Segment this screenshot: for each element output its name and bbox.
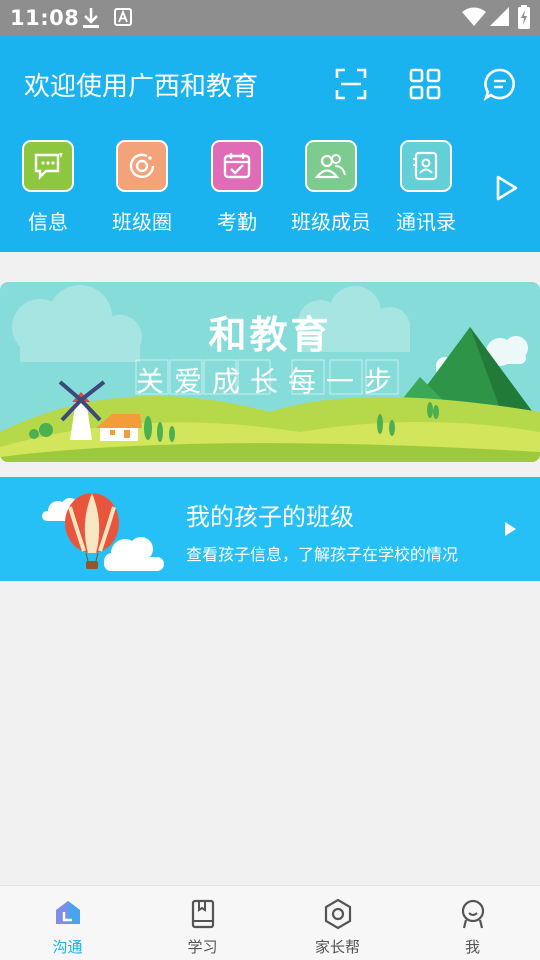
promo-banner[interactable]: 和教育 关爱成长每一步 — [0, 282, 540, 462]
class-circle-icon — [116, 140, 168, 192]
tab-study[interactable]: 学习 — [135, 886, 270, 960]
app-header: 欢迎使用广西和教育 信息 班级圈 考勤 班级成员 通讯录 — [0, 36, 540, 252]
chat-home-icon — [56, 901, 80, 924]
shortcut-label: 信息 — [28, 210, 68, 234]
wifi-icon — [462, 7, 486, 31]
members-icon — [305, 140, 357, 192]
status-bar: 11:08 — [0, 0, 540, 36]
chat-bubble-icon — [483, 68, 515, 101]
download-icon — [80, 6, 102, 34]
battery-charging-icon — [518, 5, 530, 33]
font-app-icon — [114, 6, 132, 32]
tab-communication[interactable]: 沟通 — [0, 886, 135, 960]
class-card-title: 我的孩子的班级 — [186, 503, 354, 531]
shortcut-row: 信息 班级圈 考勤 班级成员 通讯录 — [0, 140, 540, 240]
shortcut-label: 班级圈 — [112, 210, 172, 234]
chat-button[interactable] — [482, 66, 518, 102]
tab-me[interactable]: 我 — [405, 886, 540, 960]
play-arrow-icon — [496, 175, 518, 201]
shortcut-label: 考勤 — [217, 210, 257, 234]
tab-parent-help[interactable]: 家长帮 — [270, 886, 405, 960]
banner-title: 和教育 — [208, 313, 332, 357]
banner-subtitle: 关爱成长每一步 — [136, 365, 403, 398]
more-shortcuts-button[interactable] — [492, 174, 520, 202]
scan-icon — [335, 68, 367, 100]
shortcut-label: 班级成员 — [291, 210, 371, 234]
nav-label: 我 — [464, 938, 480, 956]
message-icon — [22, 140, 74, 192]
shortcut-label: 通讯录 — [396, 210, 456, 234]
grid-icon — [409, 68, 441, 100]
signal-icon — [490, 7, 510, 31]
shortcut-class-members[interactable]: 班级成员 — [283, 140, 379, 236]
class-card-description: 查看孩子信息，了解孩子在学校的情况 — [186, 545, 459, 564]
shortcut-attendance[interactable]: 考勤 — [189, 140, 289, 236]
hexagon-icon — [324, 898, 352, 930]
my-child-class-card[interactable]: 我的孩子的班级 查看孩子信息，了解孩子在学校的情况 — [0, 477, 540, 581]
shortcut-messages[interactable]: 信息 — [0, 140, 100, 236]
contacts-icon — [400, 140, 452, 192]
status-time: 11:08 — [10, 6, 80, 30]
nav-label: 学习 — [187, 938, 218, 956]
play-arrow-icon — [503, 521, 517, 541]
person-icon — [461, 899, 485, 929]
book-icon — [191, 899, 215, 929]
page-title: 欢迎使用广西和教育 — [24, 72, 259, 102]
grid-apps-button[interactable] — [407, 66, 443, 102]
nav-label: 沟通 — [52, 938, 83, 956]
shortcut-class-circle[interactable]: 班级圈 — [94, 140, 194, 236]
shortcut-contacts[interactable]: 通讯录 — [378, 140, 478, 236]
nav-label: 家长帮 — [314, 938, 360, 956]
balloon-illustration — [42, 493, 164, 571]
bottom-navigation: 沟通 学习 家长帮 我 — [0, 885, 540, 960]
calendar-check-icon — [211, 140, 263, 192]
scan-button[interactable] — [333, 66, 369, 102]
